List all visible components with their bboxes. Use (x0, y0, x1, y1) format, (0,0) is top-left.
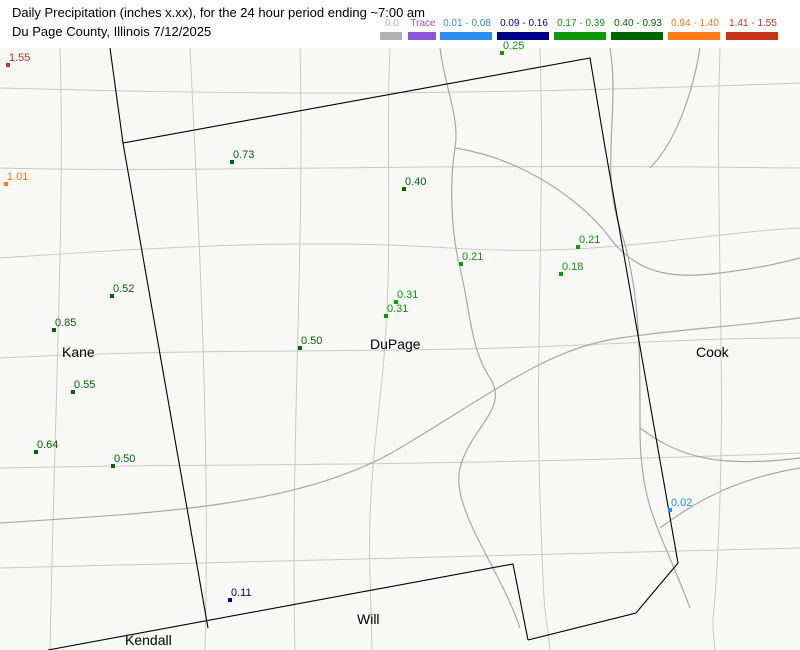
legend-swatch (380, 32, 402, 40)
station-value: 0.50 (301, 335, 323, 347)
station-value: 1.55 (9, 52, 31, 64)
county-label: DuPage (370, 336, 421, 352)
station-value: 0.85 (55, 317, 77, 329)
legend-label: 0.17 - 0.39 (557, 18, 605, 29)
station-value: 0.02 (671, 497, 693, 509)
legend-label: 0.01 - 0.08 (443, 18, 491, 29)
legend-swatch (554, 32, 606, 40)
legend-swatch (611, 32, 663, 40)
legend-swatch (408, 32, 436, 40)
station-value: 0.31 (397, 289, 419, 301)
station-value: 0.21 (462, 251, 484, 263)
legend-label: 1.41 - 1.55 (729, 18, 777, 29)
station-value: 0.31 (387, 303, 409, 315)
precip-map[interactable]: 1.55 1.01 0.25 0.73 0.40 0.21 0.21 0.18 0.52 0.85… (0, 40, 800, 650)
legend-label: 0.94 - 1.40 (671, 18, 719, 29)
station-value: 0.52 (113, 283, 135, 295)
station-value: 0.73 (233, 149, 255, 161)
legend-swatch (440, 32, 492, 40)
legend-label: Trace (410, 18, 436, 29)
map-title: Daily Precipitation (inches x.xx), for t… (12, 5, 425, 20)
station-value: 0.40 (405, 176, 427, 188)
legend-label: 0.0 (385, 18, 399, 29)
county-label: Cook (696, 344, 729, 360)
county-label: Kendall (125, 632, 172, 648)
station-value: 0.18 (562, 261, 584, 273)
station-value: 0.50 (114, 453, 136, 465)
map-header: Daily Precipitation (inches x.xx), for t… (0, 0, 800, 48)
county-label: Kane (62, 344, 95, 360)
station-value: 0.11 (231, 587, 252, 599)
county-label: Will (357, 611, 380, 627)
map-subtitle: Du Page County, Illinois 7/12/2025 (12, 24, 212, 39)
legend-label: 0.09 - 0.16 (500, 18, 548, 29)
station-value: 0.64 (37, 439, 59, 451)
legend-swatch (668, 32, 720, 40)
legend-swatch (497, 32, 549, 40)
legend-label: 0.40 - 0.93 (614, 18, 662, 29)
station-value: 0.55 (74, 379, 96, 391)
station-value: 1.01 (7, 171, 29, 183)
station-value: 0.25 (503, 40, 525, 52)
station-value: 0.21 (579, 234, 601, 246)
legend-swatch (726, 32, 778, 40)
